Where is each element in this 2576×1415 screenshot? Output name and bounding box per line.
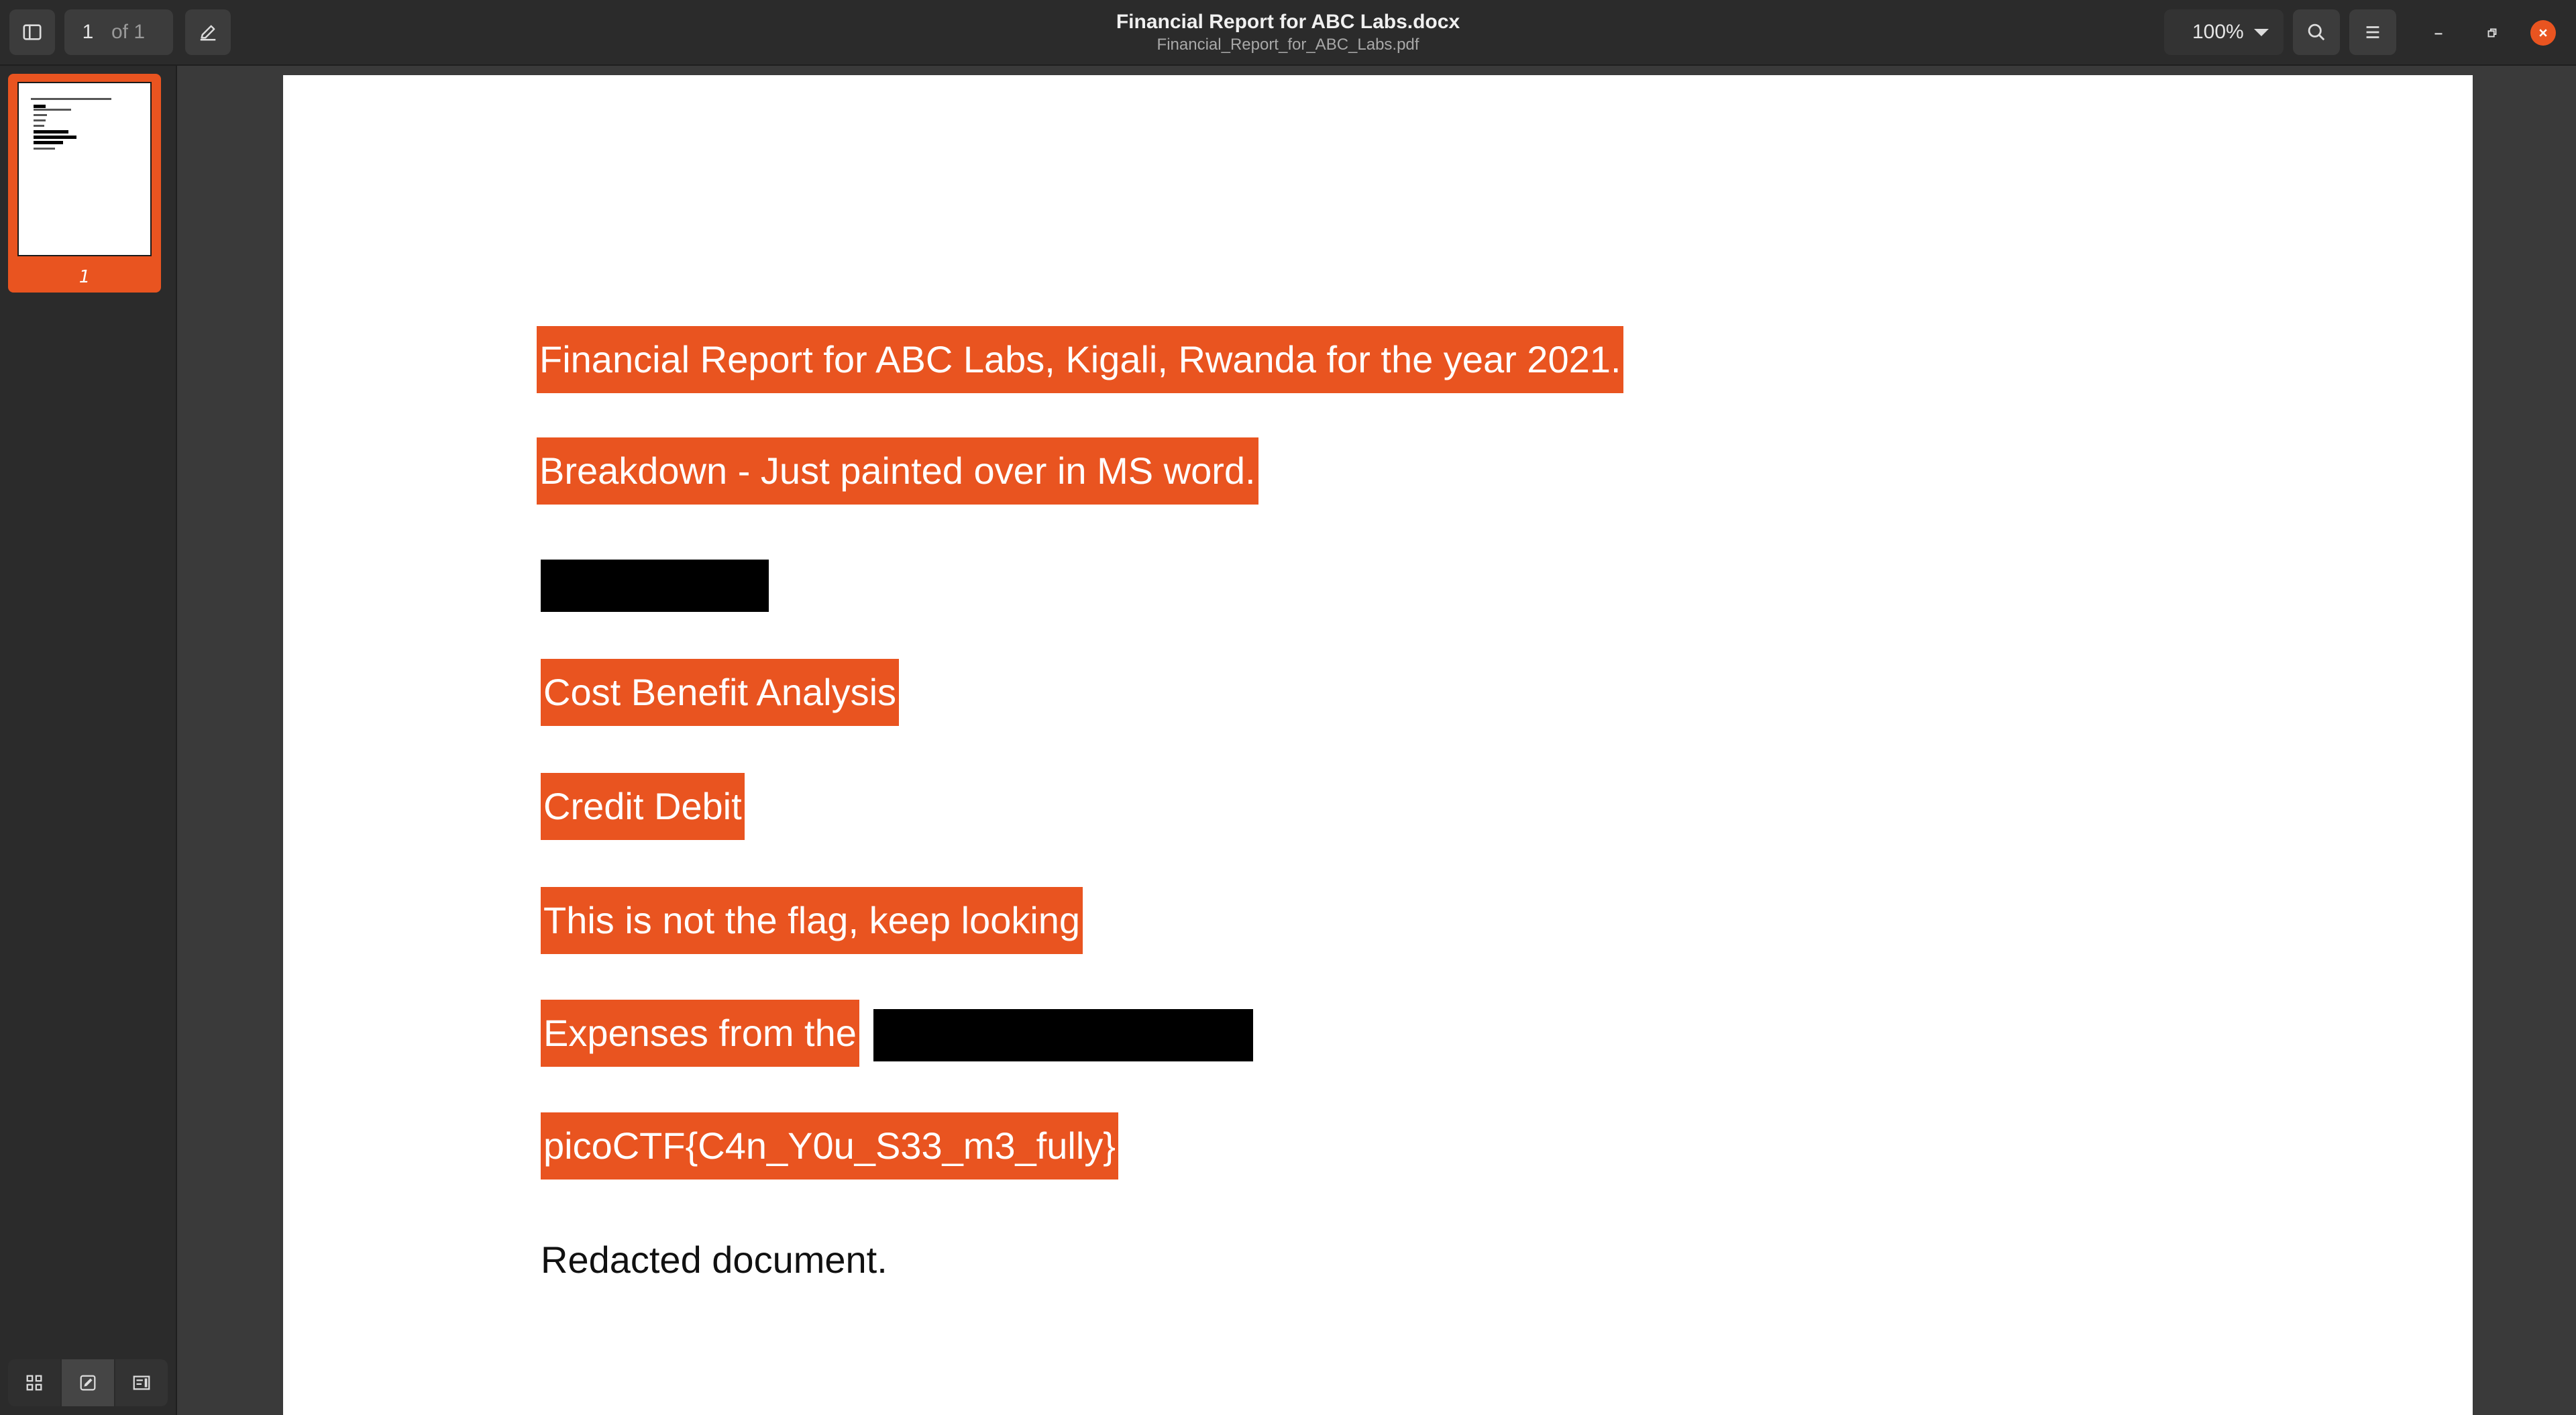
- minimize-icon: [2434, 33, 2443, 35]
- sidebar-view-switcher: [8, 1359, 168, 1406]
- document-line: Expenses from the: [541, 1000, 859, 1067]
- document-line: Redacted document.: [541, 1226, 888, 1294]
- annotate-button[interactable]: [185, 9, 231, 55]
- highlighted-text: This is not the flag, keep looking: [541, 887, 1083, 954]
- highlighted-text: Credit Debit: [541, 773, 745, 840]
- thumbnail-sidebar: 1: [0, 66, 177, 1415]
- restore-icon: [2487, 28, 2497, 38]
- close-button[interactable]: [2530, 20, 2556, 46]
- window-subtitle: Financial_Report_for_ABC_Labs.pdf: [1157, 36, 1419, 54]
- redaction-box: [873, 1009, 1253, 1061]
- document-line: Financial Report for ABC Labs, Kigali, R…: [537, 326, 1624, 393]
- close-icon: [2539, 29, 2547, 37]
- outline-view-button[interactable]: [115, 1359, 168, 1406]
- zoom-level: 100%: [2192, 21, 2244, 43]
- annotations-icon: [80, 1375, 96, 1391]
- search-button[interactable]: [2293, 9, 2340, 55]
- outline-icon: [133, 1375, 150, 1390]
- thumbnails-view-button[interactable]: [8, 1359, 60, 1406]
- window-title: Financial Report for ABC Labs.docx: [1116, 11, 1460, 33]
- sidebar-toggle-button[interactable]: [9, 9, 55, 55]
- thumbnail-preview: [17, 82, 152, 256]
- plain-text: Redacted document.: [541, 1239, 888, 1281]
- highlighted-text: Financial Report for ABC Labs, Kigali, R…: [537, 326, 1624, 393]
- page-thumbnail-1[interactable]: 1: [8, 74, 161, 293]
- page-number-entry[interactable]: 1 of 1: [64, 9, 173, 55]
- search-icon: [2308, 23, 2325, 41]
- annotations-view-button[interactable]: [62, 1359, 114, 1406]
- main-menu-button[interactable]: [2349, 9, 2396, 55]
- annotate-pen-icon: [200, 25, 216, 41]
- highlighted-text: Cost Benefit Analysis: [541, 659, 900, 726]
- document-line: Credit Debit: [541, 773, 745, 840]
- menu-icon: [2366, 26, 2379, 38]
- highlighted-text: Expenses from the: [541, 1000, 859, 1067]
- header-bar: 1 of 1 Financial Report for ABC Labs.doc…: [0, 0, 2576, 66]
- redaction-box: [541, 560, 769, 612]
- thumbnail-page-label: 1: [78, 267, 91, 287]
- highlighted-text: Breakdown - Just painted over in MS word…: [537, 437, 1258, 505]
- minimize-button[interactable]: [2426, 20, 2451, 46]
- sidebar-toggle-icon: [23, 24, 42, 40]
- page-total-label: of 1: [111, 21, 146, 43]
- window-title-block: Financial Report for ABC Labs.docx Finan…: [939, 9, 1637, 55]
- document-line: This is not the flag, keep looking: [541, 887, 1083, 954]
- restore-button[interactable]: [2479, 20, 2505, 46]
- chevron-down-icon: [2254, 28, 2269, 36]
- thumbnails-grid-icon: [26, 1375, 42, 1391]
- document-line: Breakdown - Just painted over in MS word…: [537, 437, 1258, 505]
- current-page-input[interactable]: 1: [64, 21, 111, 44]
- flag-text: picoCTF{C4n_Y0u_S33_m3_fully}: [541, 1112, 1118, 1180]
- document-line: Cost Benefit Analysis: [541, 659, 900, 726]
- zoom-dropdown[interactable]: 100%: [2164, 9, 2284, 55]
- document-page: Financial Report for ABC Labs, Kigali, R…: [283, 75, 2473, 1415]
- document-line: picoCTF{C4n_Y0u_S33_m3_fully}: [541, 1112, 1118, 1180]
